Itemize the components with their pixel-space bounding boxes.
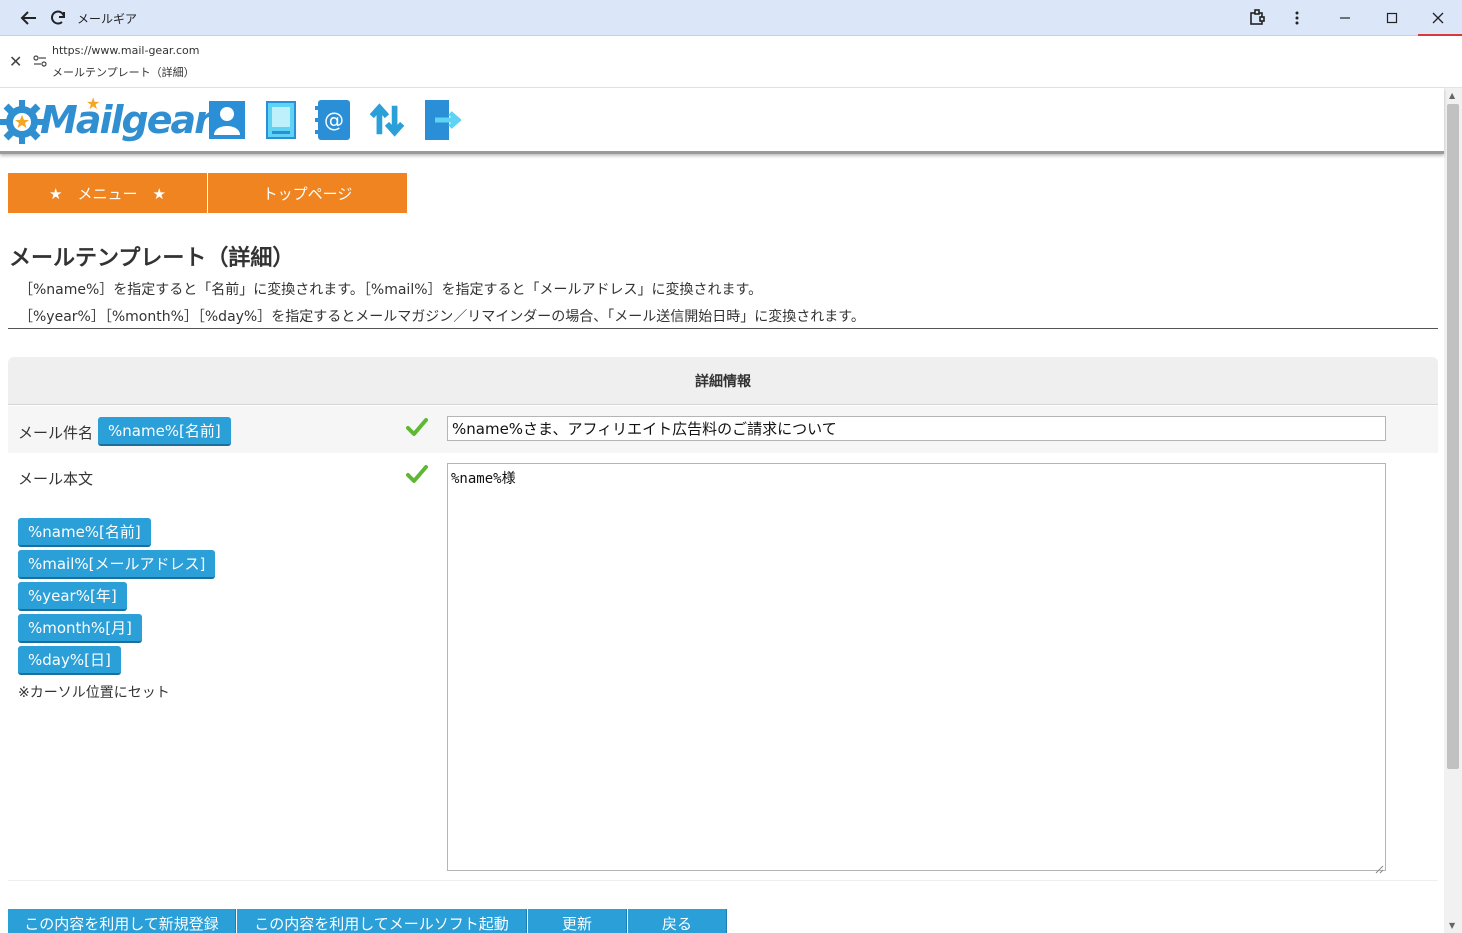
back-arrow-icon[interactable] (17, 6, 41, 30)
check-icon (406, 464, 428, 484)
scroll-down-icon[interactable]: ▼ (1449, 921, 1455, 930)
launch-mailer-button[interactable]: この内容を利用してメールソフト起動 (237, 909, 527, 933)
reload-icon[interactable] (46, 6, 70, 30)
page-title: メールテンプレート（詳細） (9, 246, 295, 271)
logo-wordmark: Mailgear (40, 98, 213, 142)
note-line-1: ［%name%］を指定すると「名前」に変換されます。［%mail%］を指定すると… (19, 282, 763, 298)
subject-input[interactable] (447, 416, 1386, 441)
minimize-icon[interactable] (1332, 6, 1358, 30)
extension-icon[interactable] (1244, 6, 1270, 30)
insert-name-tag-button[interactable]: %name%[名前] (18, 518, 151, 547)
scrollbar-thumb[interactable] (1447, 104, 1459, 769)
scroll-up-icon[interactable]: ▲ (1449, 91, 1455, 100)
insert-mail-tag-button[interactable]: %mail%[メールアドレス] (18, 550, 216, 579)
app-title: メールギア (77, 12, 138, 26)
site-header: Mailgear ★ @ (0, 88, 1444, 154)
close-window-icon[interactable] (1425, 6, 1451, 30)
insert-month-tag-button[interactable]: %month%[月] (18, 614, 142, 643)
maximize-icon[interactable] (1379, 6, 1405, 30)
tab-page-title: メールテンプレート（詳細） (52, 66, 195, 79)
address-bar: ✕ https://www.mail-gear.com メールテンプレート（詳細… (0, 36, 1462, 88)
check-icon (406, 417, 428, 437)
body-label: メール本文 (18, 470, 94, 488)
insert-day-tag-button[interactable]: %day%[日] (18, 646, 121, 675)
document-icon[interactable] (262, 100, 300, 140)
window-titlebar: メールギア (0, 0, 1462, 36)
divider (8, 328, 1438, 329)
site-settings-icon[interactable] (33, 53, 47, 67)
url-text[interactable]: https://www.mail-gear.com (52, 44, 199, 57)
top-page-button[interactable]: トップページ (208, 173, 407, 213)
detail-section-header: 詳細情報 (8, 357, 1438, 405)
new-register-button[interactable]: この内容を利用して新規登録 (8, 909, 236, 933)
user-profile-icon[interactable] (208, 100, 246, 140)
page-scrollbar[interactable]: ▲ ▼ (1444, 88, 1462, 933)
update-button[interactable]: 更新 (528, 909, 627, 933)
resize-handle-icon[interactable] (1374, 859, 1384, 874)
close-icon[interactable]: ✕ (9, 52, 22, 71)
logo-star-icon: ★ (86, 94, 101, 113)
address-book-icon[interactable]: @ (314, 100, 352, 140)
subject-name-tag-button[interactable]: %name%[名前] (98, 417, 231, 446)
mailgear-logo[interactable]: Mailgear ★ (0, 94, 213, 144)
logout-icon[interactable] (423, 100, 461, 140)
more-options-icon[interactable] (1284, 6, 1310, 30)
cursor-note: ※カーソル位置にセット (18, 685, 170, 701)
insert-year-tag-button[interactable]: %year%[年] (18, 582, 127, 611)
subject-label: メール件名 (18, 424, 94, 442)
svg-text:@: @ (324, 108, 344, 132)
note-line-2: ［%year%］［%month%］［%day%］を指定するとメールマガジン／リマ… (19, 309, 865, 325)
sync-icon[interactable] (368, 100, 406, 140)
back-button[interactable]: 戻る (628, 909, 727, 933)
menu-button[interactable]: ★ メニュー ★ (8, 173, 207, 213)
body-textarea[interactable]: %name%様 (447, 463, 1386, 871)
